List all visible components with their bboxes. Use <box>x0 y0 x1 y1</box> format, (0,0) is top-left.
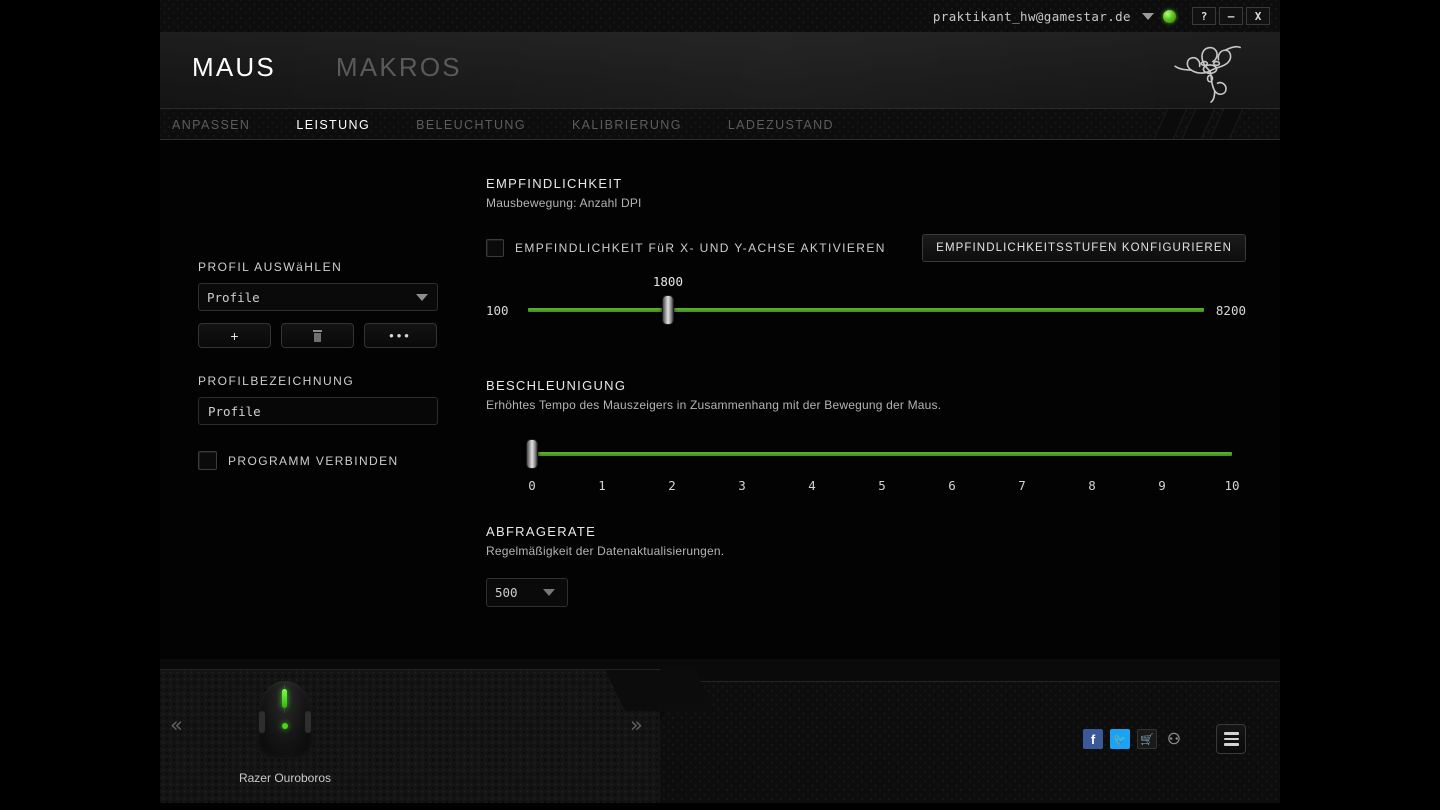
dpi-value-label: 1800 <box>652 274 683 289</box>
twitter-icon[interactable]: 🐦 <box>1110 729 1130 749</box>
chevron-down-icon[interactable] <box>1142 12 1154 20</box>
polling-rate-dropdown[interactable]: 500 <box>486 578 568 607</box>
more-options-button[interactable]: ••• <box>364 323 437 348</box>
acceleration-tick-9: 9 <box>1158 478 1166 493</box>
profile-name-group: PROFILBEZEICHNUNG Profile <box>198 374 448 425</box>
acceleration-slider-handle[interactable] <box>526 439 538 469</box>
sub-tab-bar: ANPASSEN LEISTUNG BELEUCHTUNG KALIBRIERU… <box>160 108 1280 140</box>
sensitivity-options-row: EMPFINDLICHKEIT FüR X- UND Y-ACHSE AKTIV… <box>486 234 1246 262</box>
account-email: praktikant_hw@gamestar.de <box>932 8 1131 24</box>
cart-icon[interactable]: 🛒 <box>1137 729 1157 749</box>
hamburger-menu-icon[interactable] <box>1216 724 1246 754</box>
acceleration-title: BESCHLEUNIGUNG <box>486 378 627 393</box>
tab-maus[interactable]: MAUS <box>192 52 276 83</box>
content-area: PROFIL AUSWäHLEN Profile + ••• PROFILBEZ… <box>160 140 1280 659</box>
acceleration-slider-group: 0 1 2 3 4 5 6 7 8 9 10 <box>486 439 1246 498</box>
mouse-icon <box>258 681 312 759</box>
footer-diagonal <box>604 669 716 711</box>
close-button[interactable]: X <box>1246 7 1270 25</box>
acceleration-group: BESCHLEUNIGUNG Erhöhtes Tempo des Mausze… <box>486 378 1246 498</box>
polling-rate-value: 500 <box>495 585 518 600</box>
profile-select-label: PROFIL AUSWäHLEN <box>198 260 343 274</box>
device-carousel-item[interactable]: Razer Ouroboros <box>215 681 355 785</box>
acceleration-tick-labels: 0 1 2 3 4 5 6 7 8 9 10 <box>528 478 1239 498</box>
profile-name-label: PROFILBEZEICHNUNG <box>198 374 355 388</box>
polling-rate-group: ABFRAGERATE Regelmäßigkeit der Datenaktu… <box>486 524 1246 607</box>
polling-rate-subtitle: Regelmäßigkeit der Datenaktualisierungen… <box>486 544 725 558</box>
acceleration-tick-7: 7 <box>1018 478 1026 493</box>
razer-synapse-window: praktikant_hw@gamestar.de ? – X MAUS MAK… <box>160 0 1280 803</box>
footer-divider <box>160 669 660 670</box>
acceleration-tick-6: 6 <box>948 478 956 493</box>
acceleration-tick-3: 3 <box>738 478 746 493</box>
xy-sensitivity-checkbox[interactable] <box>486 239 504 257</box>
acceleration-tick-1: 1 <box>598 478 606 493</box>
title-bar: praktikant_hw@gamestar.de ? – X <box>160 0 1280 32</box>
profile-select-dropdown[interactable]: Profile <box>198 283 438 311</box>
help-button[interactable]: ? <box>1192 7 1216 25</box>
acceleration-slider-track-area[interactable] <box>526 439 1232 469</box>
sensitivity-title: EMPFINDLICHKEIT <box>486 176 623 191</box>
header-bar: MAUS MAKROS <box>160 32 1280 108</box>
device-name-label: Razer Ouroboros <box>238 771 332 785</box>
subtab-leistung[interactable]: LEISTUNG <box>296 118 370 132</box>
profile-actions: + ••• <box>198 323 448 348</box>
subtab-ladezustand[interactable]: LADEZUSTAND <box>728 118 834 132</box>
acceleration-tick-4: 4 <box>808 478 816 493</box>
add-profile-button[interactable]: + <box>198 323 271 348</box>
plus-icon: + <box>230 327 239 344</box>
dpi-slider-handle[interactable] <box>661 295 674 325</box>
main-tab-bar: MAUS MAKROS <box>192 52 462 83</box>
dpi-slider-track <box>528 308 1204 312</box>
dpi-slider-group: 100 1800 8200 <box>486 274 1246 354</box>
profile-panel: PROFIL AUSWäHLEN Profile + ••• PROFILBEZ… <box>198 260 448 470</box>
sensitivity-subtitle: Mausbewegung: Anzahl DPI <box>486 196 642 210</box>
dpi-slider-track-area[interactable]: 1800 <box>528 274 1204 325</box>
subtab-beleuchtung[interactable]: BELEUCHTUNG <box>416 118 526 132</box>
sensitivity-group: EMPFINDLICHKEIT Mausbewegung: Anzahl DPI… <box>486 176 1246 354</box>
acceleration-tick-2: 2 <box>668 478 676 493</box>
tab-bar-stripes <box>1151 109 1252 139</box>
subtab-anpassen[interactable]: ANPASSEN <box>172 118 250 132</box>
polling-rate-title: ABFRAGERATE <box>486 524 597 539</box>
footer-bar: « » Razer Ouroboros f 🐦 🛒 ⚇ <box>160 659 1280 803</box>
social-links: f 🐦 🛒 ⚇ <box>1083 729 1184 749</box>
xy-sensitivity-label: EMPFINDLICHKEIT FüR X- UND Y-ACHSE AKTIV… <box>515 241 886 255</box>
dpi-max-label: 8200 <box>1215 302 1246 318</box>
chevron-down-icon <box>543 589 555 596</box>
profile-select-value: Profile <box>207 289 260 305</box>
facebook-icon[interactable]: f <box>1083 729 1103 749</box>
xy-sensitivity-row[interactable]: EMPFINDLICHKEIT FüR X- UND Y-ACHSE AKTIV… <box>486 239 886 257</box>
device-next-button[interactable]: » <box>630 713 643 737</box>
acceleration-tick-10: 10 <box>1224 478 1240 493</box>
device-prev-button[interactable]: « <box>170 713 183 737</box>
online-status-dot <box>1163 9 1176 23</box>
delete-profile-button[interactable] <box>281 323 354 348</box>
acceleration-tick-5: 5 <box>878 478 886 493</box>
minimize-button[interactable]: – <box>1219 7 1243 25</box>
subtab-kalibrierung[interactable]: KALIBRIERUNG <box>572 118 682 132</box>
dpi-min-label: 100 <box>486 302 509 318</box>
razer-logo-icon[interactable]: ⚇ <box>1164 729 1184 749</box>
ellipsis-icon: ••• <box>389 328 412 343</box>
trash-icon <box>313 329 322 342</box>
acceleration-slider-track <box>532 452 1232 456</box>
acceleration-tick-0: 0 <box>528 478 536 493</box>
link-program-row[interactable]: PROGRAMM VERBINDEN <box>198 451 448 470</box>
profile-name-input[interactable]: Profile <box>198 397 438 425</box>
tab-makros[interactable]: MAKROS <box>336 52 462 83</box>
link-program-label: PROGRAMM VERBINDEN <box>228 453 399 468</box>
acceleration-subtitle: Erhöhtes Tempo des Mauszeigers in Zusamm… <box>486 398 942 412</box>
link-program-checkbox[interactable] <box>198 451 217 470</box>
razer-logo-icon <box>1174 45 1241 103</box>
chevron-down-icon <box>416 294 428 301</box>
acceleration-tick-8: 8 <box>1088 478 1096 493</box>
configure-sensitivity-stages-button[interactable]: EMPFINDLICHKEITSSTUFEN KONFIGURIEREN <box>922 234 1246 262</box>
settings-column: EMPFINDLICHKEIT Mausbewegung: Anzahl DPI… <box>486 176 1246 607</box>
